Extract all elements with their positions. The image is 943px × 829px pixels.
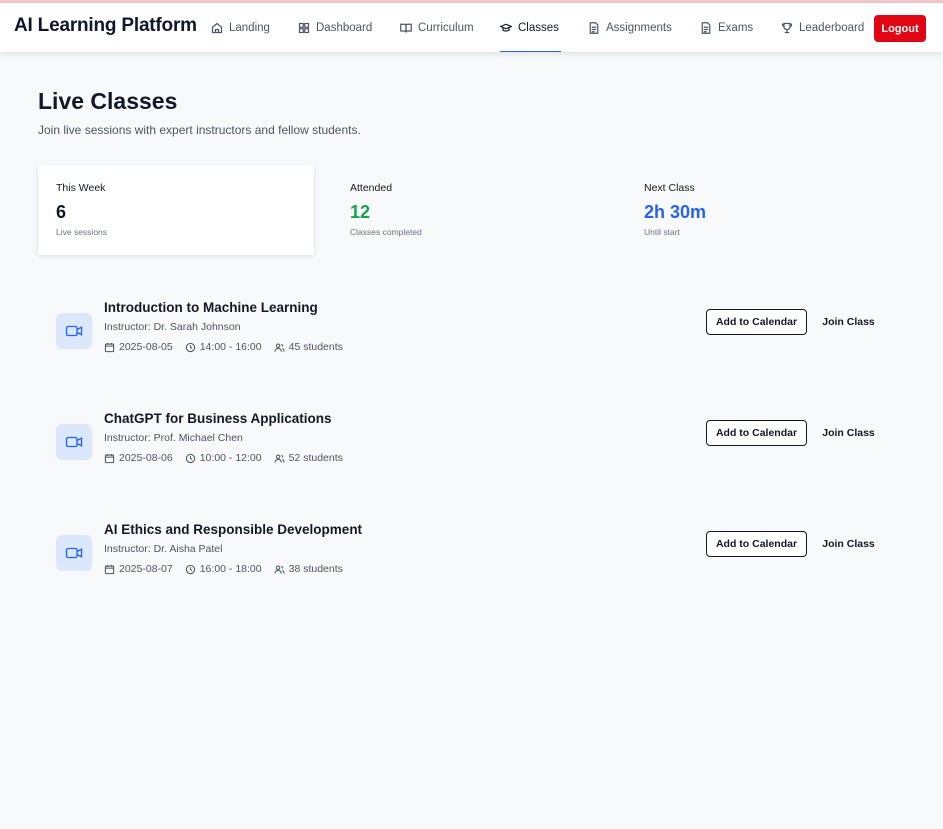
stat-value: 2h 30m bbox=[644, 202, 707, 222]
graduation-cap-icon bbox=[500, 23, 512, 32]
class-instructor: Instructor: Prof. Michael Chen bbox=[104, 432, 243, 444]
stat-label: Attended bbox=[350, 182, 393, 194]
class-date: 2025-08-06 bbox=[104, 452, 173, 464]
grid-icon bbox=[298, 22, 310, 33]
nav-item-curriculum[interactable]: Curriculum bbox=[400, 3, 474, 52]
clock-icon bbox=[185, 564, 195, 574]
class-students: 52 students bbox=[274, 452, 343, 464]
class-instructor: Instructor: Dr. Aisha Patel bbox=[104, 543, 223, 555]
class-time-text: 14:00 - 16:00 bbox=[199, 341, 262, 353]
nav-item-dashboard[interactable]: Dashboard bbox=[298, 3, 372, 52]
clock-icon bbox=[185, 453, 195, 463]
nav-item-label: Exams bbox=[718, 21, 754, 34]
nav-item-leaderboard[interactable]: Leaderboard bbox=[781, 3, 864, 52]
join-class-button[interactable]: Join Class bbox=[815, 309, 882, 335]
add-to-calendar-button[interactable]: Add to Calendar bbox=[706, 531, 807, 557]
document-icon bbox=[589, 21, 599, 34]
class-time-text: 10:00 - 12:00 bbox=[199, 452, 262, 464]
video-icon bbox=[56, 424, 92, 460]
class-title: AI Ethics and Responsible Development bbox=[104, 522, 363, 537]
join-class-button[interactable]: Join Class bbox=[815, 420, 882, 446]
users-icon bbox=[274, 454, 285, 463]
video-icon bbox=[56, 313, 92, 349]
video-icon bbox=[56, 535, 92, 571]
class-students-text: 52 students bbox=[288, 452, 343, 464]
stat-card-this-week: This Week 6 Live sessions bbox=[38, 165, 314, 255]
nav-item-label: Assignments bbox=[606, 21, 672, 34]
calendar-icon bbox=[104, 342, 115, 352]
stat-card-attended: Attended 12 Classes completed bbox=[332, 165, 608, 255]
class-students-text: 45 students bbox=[288, 341, 343, 353]
join-class-button[interactable]: Join Class bbox=[815, 531, 882, 557]
nav-item-label: Curriculum bbox=[418, 21, 474, 34]
nav-item-label: Leaderboard bbox=[799, 21, 865, 34]
users-icon bbox=[274, 343, 285, 352]
class-title: Introduction to Machine Learning bbox=[104, 300, 318, 315]
stat-value: 12 bbox=[350, 202, 371, 222]
page-subtitle: Join live sessions with expert instructo… bbox=[38, 123, 361, 137]
stat-sub: Classes completed bbox=[350, 227, 422, 237]
class-time-text: 16:00 - 18:00 bbox=[199, 563, 262, 575]
class-title: ChatGPT for Business Applications bbox=[104, 411, 332, 426]
clock-icon bbox=[185, 342, 195, 352]
class-card: Introduction to Machine Learning Instruc… bbox=[56, 300, 886, 370]
class-date-text: 2025-08-06 bbox=[119, 452, 173, 464]
class-date: 2025-08-05 bbox=[104, 341, 173, 353]
nav-item-exams[interactable]: Exams bbox=[700, 3, 753, 52]
stat-value: 6 bbox=[56, 202, 67, 222]
class-instructor: Instructor: Dr. Sarah Johnson bbox=[104, 321, 241, 333]
add-to-calendar-button[interactable]: Add to Calendar bbox=[706, 420, 807, 446]
calendar-icon bbox=[104, 564, 115, 574]
class-students: 45 students bbox=[274, 341, 343, 353]
class-students-text: 38 students bbox=[288, 563, 343, 575]
brand-title[interactable]: AI Learning Platform bbox=[14, 15, 197, 37]
nav-item-assignments[interactable]: Assignments bbox=[588, 3, 672, 52]
class-card: ChatGPT for Business Applications Instru… bbox=[56, 411, 886, 481]
home-icon bbox=[211, 22, 223, 33]
class-meta: 2025-08-07 16:00 - 18:00 38 students bbox=[104, 563, 355, 575]
trophy-icon bbox=[781, 22, 793, 33]
page-title: Live Classes bbox=[38, 88, 178, 114]
class-time: 10:00 - 12:00 bbox=[185, 452, 262, 464]
class-time: 16:00 - 18:00 bbox=[185, 563, 262, 575]
class-time: 14:00 - 16:00 bbox=[185, 341, 262, 353]
class-meta: 2025-08-05 14:00 - 16:00 45 students bbox=[104, 341, 355, 353]
class-date-text: 2025-08-05 bbox=[119, 341, 173, 353]
stat-label: Next Class bbox=[644, 182, 695, 194]
top-navbar: AI Learning Platform Landing Dashboard C… bbox=[0, 3, 943, 52]
add-to-calendar-button[interactable]: Add to Calendar bbox=[706, 309, 807, 335]
nav-item-landing[interactable]: Landing bbox=[211, 3, 270, 52]
class-date-text: 2025-08-07 bbox=[119, 563, 173, 575]
logout-button[interactable]: Logout bbox=[874, 15, 926, 42]
calendar-icon bbox=[104, 453, 115, 463]
book-icon bbox=[400, 23, 412, 33]
nav-item-label: Landing bbox=[229, 21, 270, 34]
stat-label: This Week bbox=[56, 182, 106, 194]
stat-card-next-class: Next Class 2h 30m Until start bbox=[626, 165, 902, 255]
users-icon bbox=[274, 565, 285, 574]
class-meta: 2025-08-06 10:00 - 12:00 52 students bbox=[104, 452, 355, 464]
document-icon bbox=[701, 21, 711, 34]
stat-sub: Live sessions bbox=[56, 227, 108, 237]
class-students: 38 students bbox=[274, 563, 343, 575]
class-card: AI Ethics and Responsible Development In… bbox=[56, 522, 886, 592]
nav-item-label: Classes bbox=[518, 21, 559, 34]
nav-item-classes[interactable]: Classes bbox=[500, 3, 561, 52]
stat-sub: Until start bbox=[644, 227, 680, 237]
nav-item-label: Dashboard bbox=[316, 21, 373, 34]
class-date: 2025-08-07 bbox=[104, 563, 173, 575]
